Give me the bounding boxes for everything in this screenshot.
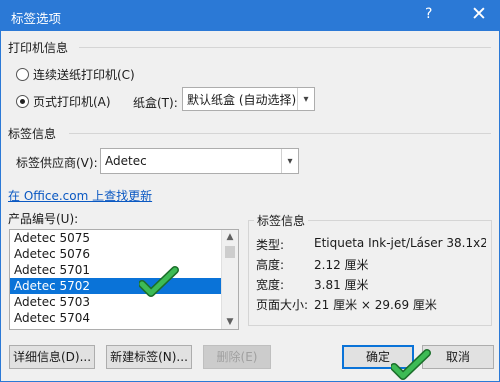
details-button[interactable]: 详细信息(D)... [9,345,95,369]
detail-row-width: 宽度: 3.81 厘米 [256,276,486,293]
vertical-scrollbar[interactable]: ▲ ▼ [221,230,238,329]
vendor-select[interactable]: Adetec ▾ [100,148,299,174]
delete-button[interactable]: 删除(E) [203,345,271,369]
label-options-dialog: 标签选项 ? ✕ 打印机信息 连续送纸打印机(C) 页式打印机(A) 纸盒(T)… [0,0,500,382]
label-info-divider [69,133,491,134]
scroll-down-icon[interactable]: ▼ [222,317,238,327]
vendor-select-value: Adetec [105,154,147,168]
continuous-printer-radio[interactable]: 连续送纸打印机(C) [16,66,135,83]
list-item[interactable]: Adetec 5075 [10,230,222,246]
label-info-heading: 标签信息 [8,127,57,141]
detail-key: 宽度: [256,278,285,292]
green-checkmark-icon [139,266,179,297]
chevron-down-icon[interactable]: ▾ [297,88,314,110]
scroll-up-icon[interactable]: ▲ [222,232,238,242]
list-item[interactable]: Adetec 5703 [10,294,222,310]
update-link[interactable]: 在 Office.com 上查找更新 [8,187,152,204]
vendor-label: 标签供应商(V): [16,156,98,170]
list-item[interactable]: Adetec 5701 [10,262,222,278]
tray-label: 纸盒(T): [133,96,178,110]
product-number-label: 产品编号(U): [8,212,79,226]
page-printer-radio[interactable]: 页式打印机(A) [16,93,111,110]
detail-value: 3.81 厘米 [314,278,369,292]
continuous-printer-label: 连续送纸打印机(C) [33,68,135,82]
cancel-button[interactable]: 取消 [422,345,494,369]
radio-circle[interactable] [16,68,29,81]
list-item[interactable]: Adetec 5704 [10,310,222,326]
detail-key: 类型: [256,238,285,252]
radio-circle-checked[interactable] [16,95,29,108]
detail-row-height: 高度: 2.12 厘米 [256,256,486,273]
scroll-thumb[interactable] [225,246,235,258]
page-printer-label: 页式打印机(A) [33,95,111,109]
label-details-group: 标签信息 类型: Etiqueta Ink-jet/Láser 38.1x2..… [248,212,492,326]
detail-row-type: 类型: Etiqueta Ink-jet/Láser 38.1x2... [256,236,486,253]
list-item[interactable]: Adetec 5076 [10,246,222,262]
close-button[interactable]: ✕ [464,3,494,25]
tray-select[interactable]: 默认纸盒 (自动选择) ▾ [182,87,315,111]
printer-info-heading: 打印机信息 [8,41,69,55]
printer-info-divider [79,47,491,48]
chevron-down-icon[interactable]: ▾ [281,149,298,173]
detail-row-page-size: 页面大小: 21 厘米 × 29.69 厘米 [256,296,486,313]
green-checkmark-icon [391,349,431,380]
details-heading: 标签信息 [254,212,309,229]
detail-key: 页面大小: [256,298,309,312]
product-listbox[interactable]: Adetec 5075 Adetec 5076 Adetec 5701 Adet… [9,229,239,330]
list-item-selected[interactable]: Adetec 5702 [10,278,222,294]
detail-value: Etiqueta Ink-jet/Láser 38.1x2... [314,236,486,250]
detail-value: 2.12 厘米 [314,258,369,272]
help-button[interactable]: ? [425,6,432,22]
window-title: 标签选项 [11,11,62,26]
detail-key: 高度: [256,258,285,272]
detail-value: 21 厘米 × 29.69 厘米 [314,298,437,312]
tray-select-value: 默认纸盒 (自动选择) [187,92,297,107]
title-bar: 标签选项 ? ✕ [1,1,499,31]
new-label-button[interactable]: 新建标签(N)... [106,345,192,369]
